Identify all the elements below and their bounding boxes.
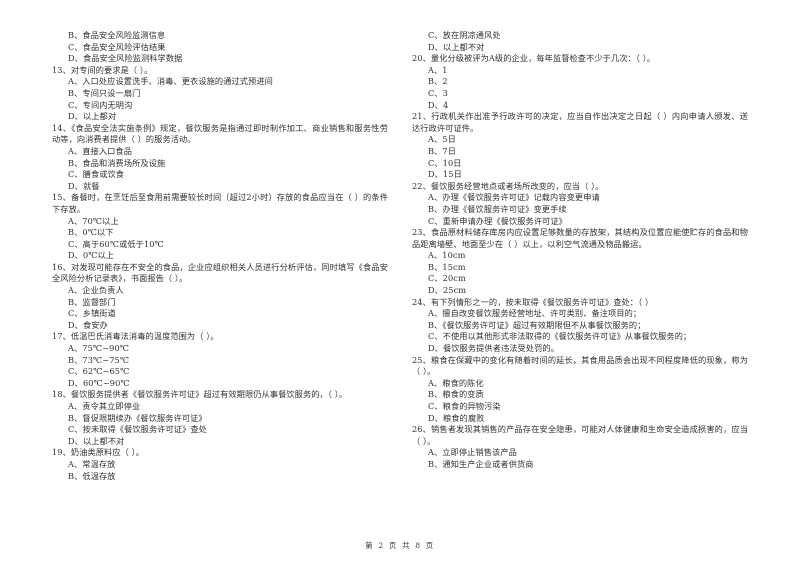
question-option: B、73℃~75℃ [68,354,130,365]
question-option: A、入口处应设置洗手、消毒、更衣设施的通过式预进间 [68,76,273,87]
question-option: C、食品安全风险评估结果 [68,41,166,52]
question-option: A、粮食的陈化 [428,377,484,388]
question-option: C、放在阴凉通风处 [428,30,501,40]
question-option: B、食品和消费场所及设施 [68,157,166,168]
question-stem: 17、低温巴氏消毒法消毒的温度范围为（ ）。 [52,331,219,342]
question-option: C、不使用以其他形式非法取得的《餐饮服务许可证》从事餐饮服务的； [428,331,692,342]
question-stem: 24、有下列情形之一的，按未取得《餐饮服务许可证》查处：（ ） [412,296,654,307]
question-option: D、15日 [428,169,462,180]
question-option: B、食品安全风险监测信息 [68,30,166,40]
left-column: B、食品安全风险监测信息 C、食品安全风险评估结果 D、食品安全风险监测科学数据 13… [52,30,388,482]
question-option: A、75℃~90℃ [68,343,130,354]
question-option: B、通知生产企业或者供货商 [428,458,534,469]
question-option: D、粮食的腐败 [428,412,485,423]
question-option: A、办理《餐饮服务许可证》记载内容变更申请 [428,192,600,203]
question-option: A、常温存放 [68,458,116,469]
question-option: C、粮食的异物污染 [428,401,501,411]
question-option: A、1 [428,64,448,75]
question-stem: 22、餐饮服务经营地点或者场所改变的，应当（ ）。 [412,180,604,191]
question-option: B、2 [428,76,448,87]
question-option: C、乡镇街道 [68,308,116,319]
question-stem: 15、备餐时，在烹饪后至食用前需要较长时间（超过2小时）存放的食品应当在（ ）的… [52,192,388,214]
question-option: B、办理《餐饮服务许可证》变更手续 [428,203,567,214]
question-option: C、3 [428,87,448,98]
question-stem: 18、餐饮服务提供者《餐饮服务许可证》超过有效期限仍从事餐饮服务的，（ ）。 [52,389,348,400]
question-option: D、就餐 [68,180,100,191]
question-option: D、餐饮服务提供者违法受处罚的。 [428,343,559,354]
question-option: A、立即停止销售该产品 [428,447,517,458]
question-option: A、5日 [428,134,456,145]
question-stem: 26、销售者发现其销售的产品存在安全隐患，可能对人体健康和生命安全造成损害的，应… [412,424,748,446]
question-option: B、低温存放 [68,470,116,481]
question-option: D、以上都不对 [68,435,125,446]
question-option: A、直接入口食品 [68,145,133,156]
question-option: D、4 [428,99,449,110]
question-option: C、按未取得《餐饮服务许可证》查处 [68,424,207,435]
page-footer: 第 2 页 共 8 页 [365,541,435,550]
question-option: A、责令其立即停业 [68,401,141,411]
question-stem: 25、粮食在保藏中的变化有随着时间的延长，其食用品质会出现不同程度降低的现象，称… [412,354,748,377]
question-option: C、膳食或饮食 [68,169,125,180]
exam-page: B、食品安全风险监测信息 C、食品安全风险评估结果 D、食品安全风险监测科学数据 13… [0,0,800,565]
question-option: B、专间只设一扇门 [68,87,141,98]
question-option: C、62℃~65℃ [68,366,130,377]
question-option: C、高于60℃或低于10℃ [68,238,164,249]
question-option: B、监督部门 [68,296,116,307]
question-option: B、粮食的变质 [428,389,484,400]
question-option: C、专间内无明沟 [68,99,133,110]
question-option: D、0℃以上 [68,250,115,261]
question-stem: 19、奶油类原料应（ ）。 [52,447,145,458]
question-option: D、60℃~90℃ [68,377,130,388]
question-option: D、食安办 [68,319,108,330]
question-option: B、15cm [428,261,466,272]
question-option: A、70℃以上 [68,215,119,226]
question-option: B、7日 [428,145,457,156]
question-stem: 16、对发现可能存在不安全的食品，企业应组织相关人员进行分析评估，同时填写《食品… [52,261,388,284]
question-option: D、25cm [428,285,467,296]
question-option: D、以上都不对 [428,41,485,52]
question-option: B、0℃以下 [68,227,114,238]
question-option: C、重新申请办理《餐饮服务许可证》 [428,215,567,226]
question-stem: 20、量化分级被评为A级的企业，每年监督检查不少于几次：（ ）。 [412,53,656,64]
question-option: C、20cm [428,273,466,284]
question-stem: 13、对专间的要求是（ ）。 [52,64,153,75]
two-column-layout: B、食品安全风险监测信息 C、食品安全风险评估结果 D、食品安全风险监测科学数据 13… [52,30,748,520]
right-column: C、放在阴凉通风处 D、以上都不对 20、量化分级被评为A级的企业，每年监督检查不少… [412,30,748,471]
question-option: B、督促限期续办《餐饮服务许可证》 [68,412,207,423]
question-option: A、擅自改变餐饮服务经营地址、许可类别、备注项目的； [428,308,642,319]
question-option: C、10日 [428,157,462,168]
question-option: A、10cm [428,250,466,261]
question-stem: 21、行政机关作出准予行政许可的决定，应当自作出决定之日起（ ）内向申请人颁发、… [412,111,748,133]
question-option: D、食品安全风险监测科学数据 [68,53,183,64]
question-option: B、《餐饮服务许可证》超过有效期限但不从事餐饮服务的； [428,319,646,330]
question-option: A、企业负责人 [68,285,124,296]
question-stem: 14、《食品安全法实施条例》规定，餐饮服务是指通过即时制作加工、商业销售和服务性… [52,122,388,145]
question-stem: 23、食品原材料储存库房内应设置足够数量的存放架，其结构及位置应能使贮存的食品和… [412,227,748,249]
question-option: D、以上都对 [68,111,117,122]
